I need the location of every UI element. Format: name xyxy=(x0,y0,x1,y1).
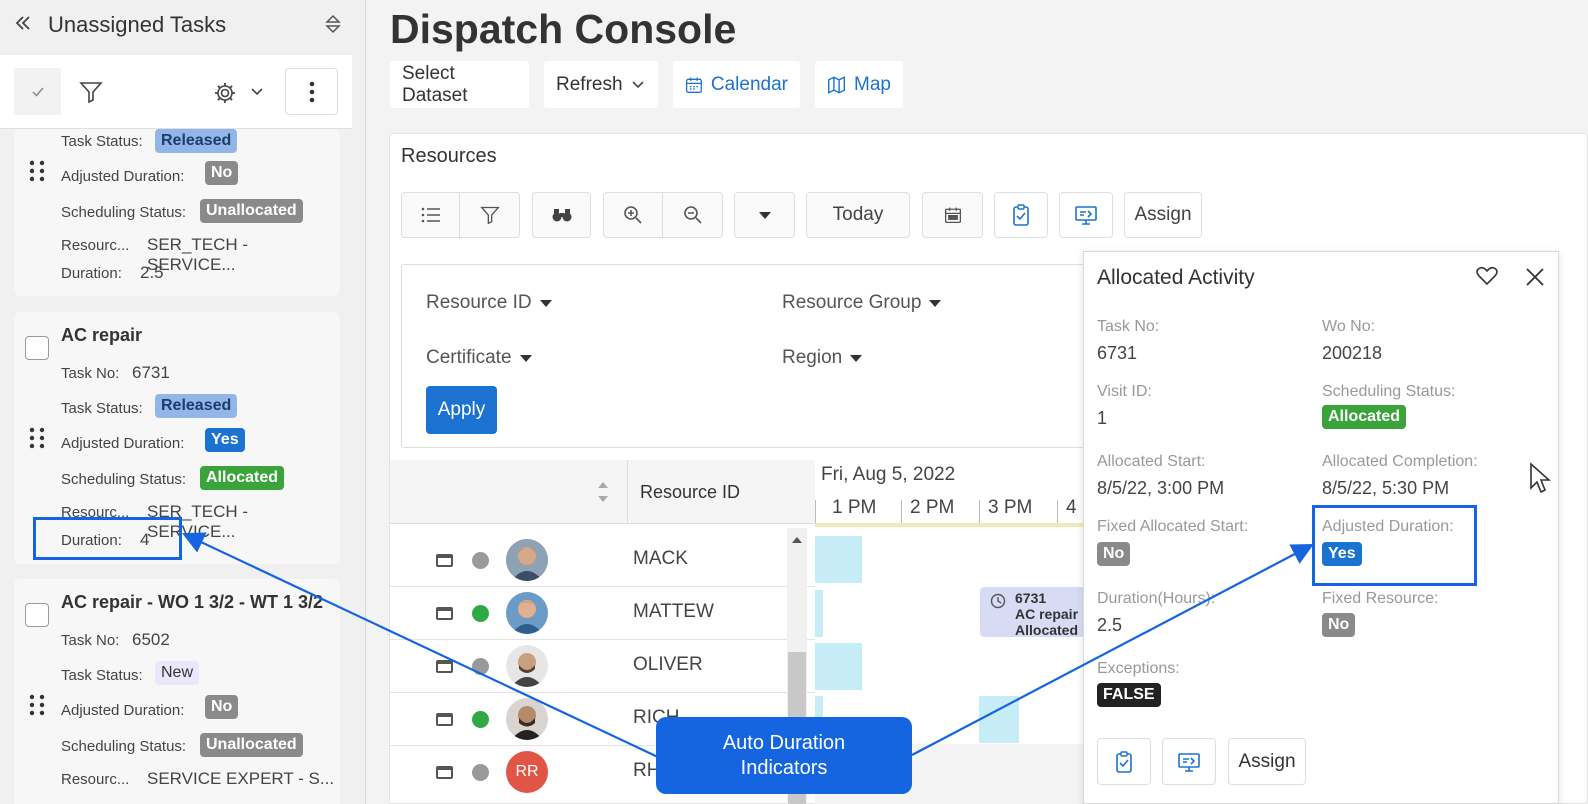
callout-line-2: Indicators xyxy=(740,756,828,779)
callout-line-1: Auto Duration xyxy=(722,731,846,754)
auto-duration-callout: Auto Duration Indicators xyxy=(656,717,912,794)
callout-arrows xyxy=(182,532,1314,759)
